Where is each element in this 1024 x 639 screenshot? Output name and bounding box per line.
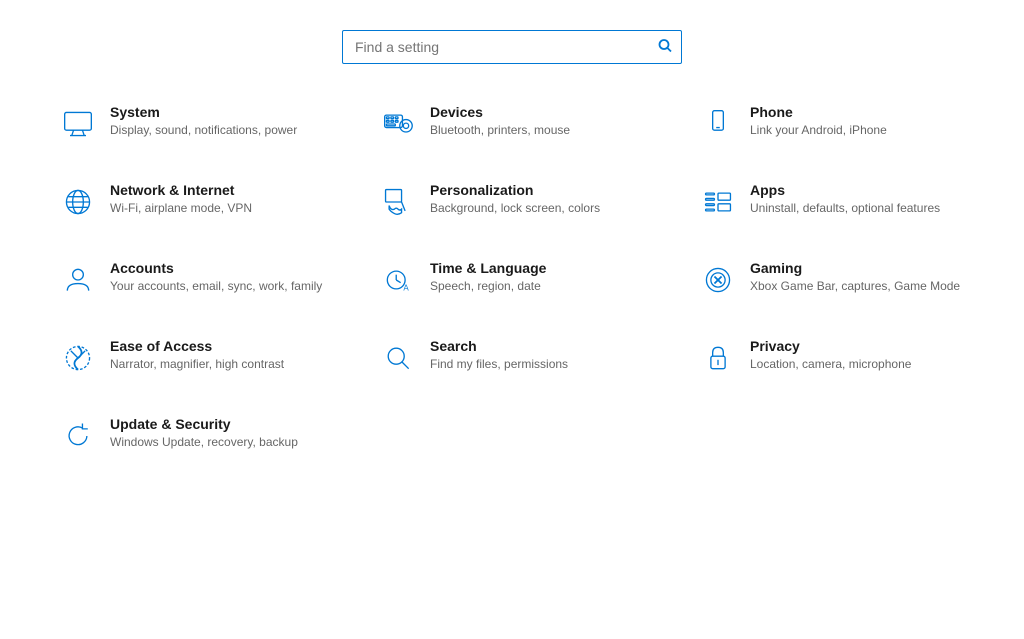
setting-desc-accounts: Your accounts, email, sync, work, family [110,278,322,295]
paint-icon [380,184,416,220]
setting-item-ease[interactable]: Ease of Access Narrator, magnifier, high… [52,328,332,386]
apps-icon [700,184,736,220]
setting-title-network: Network & Internet [110,182,252,198]
setting-desc-gaming: Xbox Game Bar, captures, Game Mode [750,278,960,295]
setting-title-devices: Devices [430,104,570,120]
setting-title-ease: Ease of Access [110,338,284,354]
setting-desc-devices: Bluetooth, printers, mouse [430,122,570,139]
update-icon [60,418,96,454]
setting-title-time: Time & Language [430,260,546,276]
privacy-icon [700,340,736,376]
settings-page: System Display, sound, notifications, po… [0,0,1024,639]
setting-title-update: Update & Security [110,416,298,432]
setting-item-privacy[interactable]: Privacy Location, camera, microphone [692,328,972,386]
setting-text-devices: Devices Bluetooth, printers, mouse [430,104,570,139]
setting-item-accounts[interactable]: Accounts Your accounts, email, sync, wor… [52,250,332,308]
setting-item-time[interactable]: A Time & Language Speech, region, date [372,250,652,308]
setting-item-apps[interactable]: Apps Uninstall, defaults, optional featu… [692,172,972,230]
search-wrapper [342,30,682,64]
monitor-icon [60,106,96,142]
setting-title-gaming: Gaming [750,260,960,276]
setting-item-search[interactable]: Search Find my files, permissions [372,328,652,386]
setting-text-accounts: Accounts Your accounts, email, sync, wor… [110,260,322,295]
setting-title-accounts: Accounts [110,260,322,276]
setting-text-search: Search Find my files, permissions [430,338,568,373]
globe-icon [60,184,96,220]
setting-text-privacy: Privacy Location, camera, microphone [750,338,911,373]
setting-text-personalization: Personalization Background, lock screen,… [430,182,600,217]
setting-item-network[interactable]: Network & Internet Wi-Fi, airplane mode,… [52,172,332,230]
gaming-icon [700,262,736,298]
setting-text-ease: Ease of Access Narrator, magnifier, high… [110,338,284,373]
setting-item-devices[interactable]: Devices Bluetooth, printers, mouse [372,94,652,152]
setting-title-system: System [110,104,297,120]
svg-text:A: A [403,284,409,293]
setting-item-update[interactable]: Update & Security Windows Update, recove… [52,406,332,464]
setting-desc-update: Windows Update, recovery, backup [110,434,298,451]
setting-item-system[interactable]: System Display, sound, notifications, po… [52,94,332,152]
keyboard-icon [380,106,416,142]
settings-grid: System Display, sound, notifications, po… [52,94,972,464]
setting-title-search: Search [430,338,568,354]
setting-desc-ease: Narrator, magnifier, high contrast [110,356,284,373]
setting-desc-apps: Uninstall, defaults, optional features [750,200,940,217]
setting-desc-privacy: Location, camera, microphone [750,356,911,373]
setting-item-phone[interactable]: Phone Link your Android, iPhone [692,94,972,152]
setting-text-network: Network & Internet Wi-Fi, airplane mode,… [110,182,252,217]
phone-icon [700,106,736,142]
setting-title-apps: Apps [750,182,940,198]
setting-desc-time: Speech, region, date [430,278,546,295]
ease-icon [60,340,96,376]
setting-desc-system: Display, sound, notifications, power [110,122,297,139]
search-input[interactable] [342,30,682,64]
setting-text-gaming: Gaming Xbox Game Bar, captures, Game Mod… [750,260,960,295]
setting-desc-phone: Link your Android, iPhone [750,122,887,139]
setting-text-time: Time & Language Speech, region, date [430,260,546,295]
setting-desc-network: Wi-Fi, airplane mode, VPN [110,200,252,217]
setting-text-system: System Display, sound, notifications, po… [110,104,297,139]
setting-text-apps: Apps Uninstall, defaults, optional featu… [750,182,940,217]
time-icon: A [380,262,416,298]
setting-title-privacy: Privacy [750,338,911,354]
setting-text-update: Update & Security Windows Update, recove… [110,416,298,451]
setting-title-personalization: Personalization [430,182,600,198]
setting-title-phone: Phone [750,104,887,120]
setting-desc-personalization: Background, lock screen, colors [430,200,600,217]
person-icon [60,262,96,298]
setting-text-phone: Phone Link your Android, iPhone [750,104,887,139]
setting-item-personalization[interactable]: Personalization Background, lock screen,… [372,172,652,230]
search-icon [380,340,416,376]
setting-desc-search: Find my files, permissions [430,356,568,373]
setting-item-gaming[interactable]: Gaming Xbox Game Bar, captures, Game Mod… [692,250,972,308]
